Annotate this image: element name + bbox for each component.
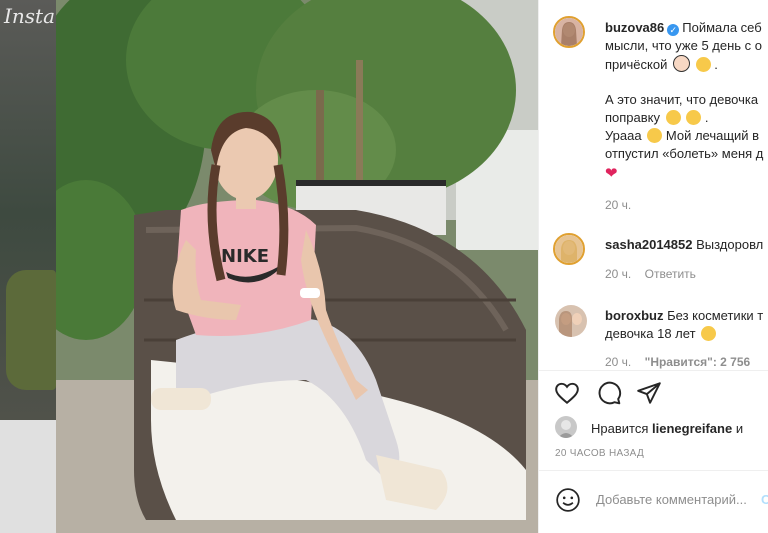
caption-line: ❤ <box>605 165 618 183</box>
comment-line: девочка 18 лет <box>605 325 717 343</box>
comment-time[interactable]: 20 ч. <box>605 267 631 281</box>
post-time-ago[interactable]: 20 ЧАСОВ НАЗАД <box>555 448 644 459</box>
comment-likes[interactable]: "Нравится": 2 756 <box>645 355 751 369</box>
commenter-username[interactable]: sasha2014852 <box>605 237 692 252</box>
background-image-fragment-2 <box>0 420 56 533</box>
instagram-logo: Insta <box>4 4 56 28</box>
verified-badge-icon: ✓ <box>667 24 680 36</box>
comment-meta: 20 ч. Ответить <box>605 267 696 281</box>
post-time[interactable]: 20 ч. <box>605 198 631 212</box>
reply-button[interactable]: Ответить <box>645 267 696 281</box>
like-heart-icon[interactable] <box>554 380 580 406</box>
caption-line: поправку . <box>605 110 709 125</box>
caption-line: причёской . <box>605 55 718 72</box>
comment: boroxbuz Без косметики т <box>605 307 763 325</box>
divider <box>539 470 768 471</box>
caption-line: А это значит, что девочка <box>605 92 759 107</box>
commenter-avatar[interactable] <box>553 233 585 265</box>
likes-label: Нравится <box>591 421 649 436</box>
star-eyes-emoji-icon <box>665 110 681 125</box>
comment: sasha2014852 Выздоровл <box>605 236 763 254</box>
caption-line: отпустил «болеть» меня д <box>605 146 764 161</box>
girl-emoji-icon <box>672 55 690 72</box>
commenter-avatar[interactable] <box>555 305 587 337</box>
likes-summary: Нравится lienegreifane и <box>591 421 743 436</box>
post-side-panel: buzova86 ✓ Поймала себ мысли, что уже 5 де… <box>538 0 768 533</box>
post-comment-button[interactable]: О <box>761 492 768 507</box>
comment-text: Без косметики т <box>667 308 764 323</box>
author-avatar[interactable] <box>553 16 585 48</box>
commenter-username[interactable]: boroxbuz <box>605 308 664 323</box>
comment-text: Выздоровл <box>696 237 764 252</box>
caption-line: Урааа Мой лечащий в <box>605 128 760 143</box>
background-image-fragment <box>6 270 56 390</box>
caption-first-line: buzova86 ✓ Поймала себ <box>605 19 762 37</box>
svg-text:NIKE: NIKE <box>221 246 269 267</box>
caption-text: Поймала себ <box>682 20 762 35</box>
emoji-smiley-icon[interactable] <box>555 487 581 513</box>
comment-meta: 20 ч. "Нравится": 2 756 <box>605 355 750 369</box>
post-author-username[interactable]: buzova86 <box>605 20 664 35</box>
liker-username[interactable]: lienegreifane <box>652 421 732 436</box>
comment-time[interactable]: 20 ч. <box>605 355 631 369</box>
comment-input[interactable]: Добавьте комментарий... <box>596 492 747 507</box>
pleading-emoji-icon <box>686 110 702 125</box>
share-send-icon[interactable] <box>636 380 662 406</box>
laughing-emoji-icon <box>695 57 711 72</box>
nerd-emoji-icon <box>647 128 663 143</box>
star-eyes-emoji-icon <box>701 326 717 341</box>
post-photo[interactable]: NIKE <box>56 0 538 533</box>
comment-bubble-icon[interactable] <box>596 380 622 406</box>
red-heart-icon: ❤ <box>605 165 618 182</box>
likes-suffix: и <box>735 421 744 436</box>
caption-line: мысли, что уже 5 день с о <box>605 38 763 53</box>
liker-avatar[interactable] <box>555 416 577 438</box>
divider <box>539 370 768 371</box>
